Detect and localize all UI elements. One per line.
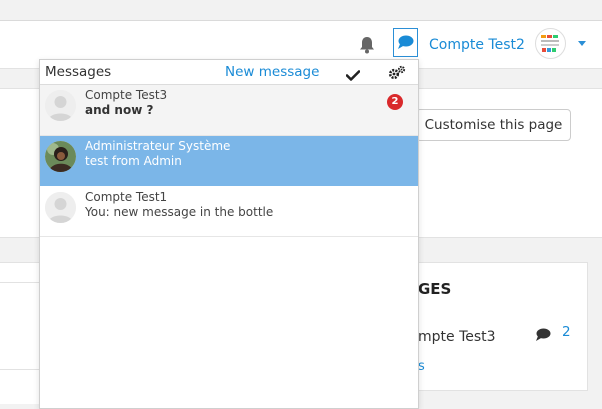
message-preview: test from Admin bbox=[85, 154, 182, 168]
divider bbox=[0, 369, 40, 370]
messages-block: GES mpte Test3 2 s bbox=[418, 262, 588, 391]
avatar[interactable] bbox=[535, 28, 566, 59]
message-sender: Compte Test1 bbox=[85, 190, 168, 204]
unread-badge: 2 bbox=[387, 94, 403, 110]
message-item[interactable]: Compte Test1 You: new message in the bot… bbox=[40, 187, 418, 237]
bell-icon[interactable] bbox=[358, 35, 376, 55]
block-contact-name[interactable]: mpte Test3 bbox=[418, 329, 496, 345]
message-item[interactable]: Administrateur Système test from Admin bbox=[40, 136, 418, 186]
message-sender: Administrateur Système bbox=[85, 139, 231, 153]
popover-title: Messages bbox=[45, 64, 112, 80]
page-card-left bbox=[0, 88, 40, 238]
popover-header: Messages New message bbox=[40, 60, 418, 85]
message-sender: Compte Test3 bbox=[85, 88, 168, 102]
avatar bbox=[45, 90, 76, 121]
message-item[interactable]: Compte Test3 and now ? 2 bbox=[40, 85, 418, 136]
message-preview: and now ? bbox=[85, 103, 154, 117]
avatar bbox=[45, 192, 76, 223]
divider bbox=[0, 282, 40, 283]
customise-page-button[interactable]: Customise this page bbox=[416, 109, 571, 141]
chat-icon bbox=[535, 327, 551, 346]
gear-icon[interactable] bbox=[388, 65, 406, 84]
new-message-link[interactable]: New message bbox=[225, 64, 319, 80]
page-section-left bbox=[0, 262, 40, 404]
chevron-down-icon[interactable] bbox=[578, 41, 586, 46]
message-preview: You: new message in the bottle bbox=[85, 205, 274, 219]
chat-icon[interactable] bbox=[393, 28, 418, 57]
avatar bbox=[45, 141, 76, 172]
user-name[interactable]: Compte Test2 bbox=[429, 37, 525, 53]
message-count[interactable]: 2 bbox=[562, 324, 571, 340]
block-link[interactable]: s bbox=[418, 359, 425, 374]
browser-top-strip bbox=[0, 0, 602, 21]
check-icon[interactable] bbox=[345, 66, 361, 85]
messages-popover: Messages New message Compte Test3 and no… bbox=[39, 59, 419, 409]
block-title: GES bbox=[418, 280, 452, 298]
